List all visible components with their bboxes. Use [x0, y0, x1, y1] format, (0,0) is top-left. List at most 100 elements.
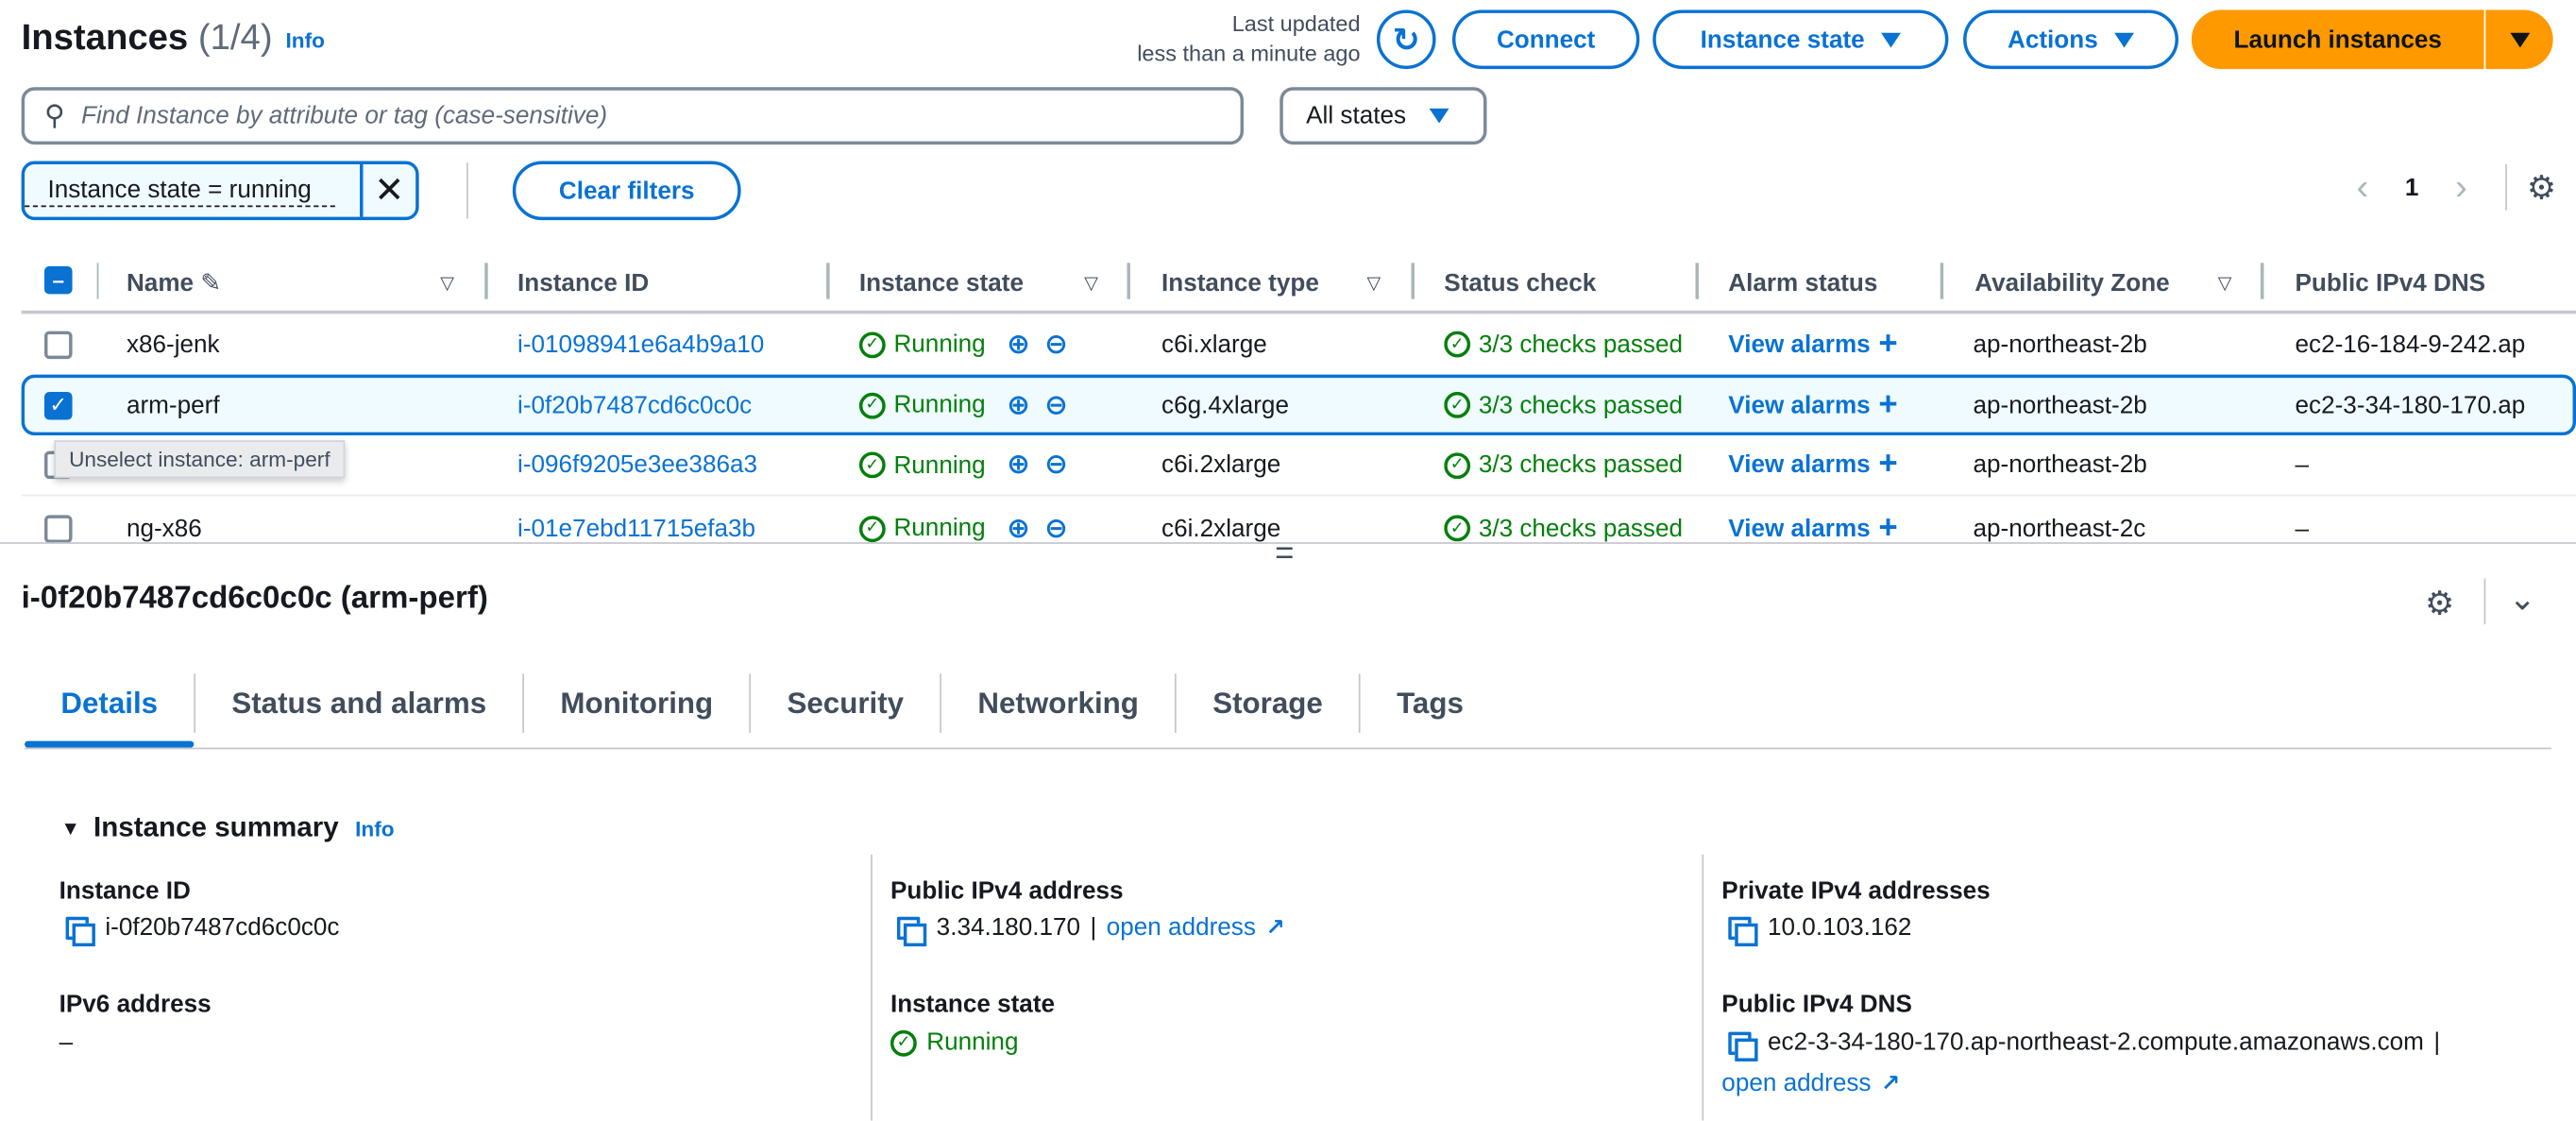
external-link-icon[interactable]: ↗: [1881, 1070, 1900, 1098]
column-separator[interactable]: [826, 263, 830, 299]
select-all-checkbox[interactable]: –: [43, 265, 73, 295]
copy-icon[interactable]: [65, 915, 95, 946]
tab-security[interactable]: Security: [751, 673, 942, 733]
sort-icon[interactable]: ▽: [440, 263, 454, 302]
column-header-name[interactable]: Name ✎: [127, 263, 221, 302]
instance-state: Running: [893, 514, 986, 543]
instance-id-link[interactable]: i-01098941e6a4b9a10: [517, 331, 764, 359]
instance-id-link[interactable]: i-01e7ebd11715efa3b: [517, 515, 755, 543]
tab-tags[interactable]: Tags: [1361, 673, 1500, 733]
remove-filter-icon[interactable]: ✕: [360, 163, 415, 217]
instance-summary-header[interactable]: ▼ Instance summary Info: [60, 811, 394, 844]
view-alarms-link[interactable]: View alarms: [1728, 451, 1870, 480]
column-separator[interactable]: [1411, 263, 1415, 299]
zoom-out-icon[interactable]: ⊖: [1042, 328, 1071, 361]
column-separator[interactable]: [2260, 263, 2264, 299]
table-row[interactable]: ✓ arm-perf i-0f20b7487cd6c0c0c ✓ Running ⊕…: [21, 374, 2576, 436]
public-dns: ec2-3-34-180-170.ap: [2295, 391, 2526, 419]
view-alarms-link[interactable]: View alarms: [1728, 331, 1870, 359]
launch-dropdown-button[interactable]: [2485, 9, 2553, 70]
clear-filters-button[interactable]: Clear filters: [512, 161, 741, 221]
add-alarm-icon[interactable]: +: [1878, 446, 1897, 484]
settings-gear-icon[interactable]: ⚙: [2527, 167, 2556, 208]
view-alarms-link[interactable]: View alarms: [1728, 391, 1870, 419]
actions-button[interactable]: Actions: [1963, 9, 2178, 70]
page-number[interactable]: 1: [2387, 174, 2436, 202]
public-dns: ec2-16-184-9-242.ap: [2295, 330, 2526, 359]
column-header-public-dns[interactable]: Public IPv4 DNS: [2296, 263, 2486, 302]
zoom-in-icon[interactable]: ⊕: [1004, 328, 1033, 361]
next-page-icon[interactable]: ›: [2436, 166, 2485, 209]
divider: [2483, 578, 2486, 625]
resize-handle-icon[interactable]: =: [1275, 537, 1294, 570]
collapse-chevron-icon[interactable]: ⌄: [2509, 578, 2536, 619]
zoom-out-icon[interactable]: ⊖: [1042, 449, 1071, 482]
tab-monitoring[interactable]: Monitoring: [524, 673, 752, 733]
row-checkbox[interactable]: ✓: [43, 391, 73, 419]
prev-page-icon[interactable]: ‹: [2338, 166, 2387, 209]
column-divider: [871, 854, 873, 1121]
zoom-in-icon[interactable]: ⊕: [1004, 512, 1033, 545]
open-address-link[interactable]: open address: [1107, 913, 1256, 942]
column-header-availability-zone[interactable]: Availability Zone: [1974, 263, 2169, 302]
zoom-out-icon[interactable]: ⊖: [1042, 512, 1071, 545]
tab-networking[interactable]: Networking: [941, 673, 1177, 733]
sort-icon[interactable]: ▽: [1084, 263, 1098, 302]
view-alarms-link[interactable]: View alarms: [1728, 515, 1870, 543]
zoom-in-icon[interactable]: ⊕: [1004, 449, 1033, 482]
external-link-icon[interactable]: ↗: [1265, 913, 1284, 942]
copy-icon[interactable]: [1728, 915, 1758, 946]
add-alarm-icon[interactable]: +: [1878, 386, 1897, 424]
filter-chip[interactable]: Instance state = running ✕: [21, 161, 419, 221]
settings-gear-icon[interactable]: ⚙: [2425, 584, 2454, 624]
tab-storage[interactable]: Storage: [1177, 673, 1361, 733]
actions-label: Actions: [2008, 25, 2098, 54]
column-header-status-check[interactable]: Status check: [1444, 263, 1596, 302]
table-row[interactable]: ng-x86 i-01e7ebd11715efa3b ✓ Running ⊕ ⊖ c6…: [22, 498, 2576, 558]
zoom-out-icon[interactable]: ⊖: [1042, 388, 1071, 421]
open-address-link[interactable]: open address: [1721, 1070, 1871, 1098]
zoom-in-icon[interactable]: ⊕: [1004, 388, 1033, 421]
column-separator[interactable]: [1940, 263, 1944, 299]
info-link[interactable]: Info: [355, 816, 394, 841]
state-filter-select[interactable]: All states: [1280, 87, 1487, 145]
sort-icon[interactable]: ▽: [1367, 263, 1381, 302]
row-checkbox[interactable]: [43, 330, 73, 359]
column-separator[interactable]: [484, 263, 488, 299]
column-header-instance-type[interactable]: Instance type: [1161, 263, 1319, 302]
instance-name: ng-x86: [126, 514, 202, 543]
column-header-alarm-status[interactable]: Alarm status: [1728, 263, 1877, 302]
connect-button[interactable]: Connect: [1451, 9, 1640, 70]
tab-details[interactable]: Details: [25, 673, 196, 748]
launch-instances-button[interactable]: Launch instances: [2191, 9, 2484, 70]
instance-state-button[interactable]: Instance state: [1652, 9, 1949, 70]
tabs-divider: [25, 747, 2551, 750]
row-checkbox[interactable]: [43, 514, 73, 543]
column-label: Name: [126, 268, 195, 297]
title-text: Instances: [21, 16, 189, 58]
availability-zone: ap-northeast-2b: [1973, 391, 2147, 419]
table-row[interactable]: x86-jenk i-01098941e6a4b9a10 ✓ Running ⊕ ⊖ …: [22, 314, 2576, 374]
add-alarm-icon[interactable]: +: [1878, 325, 1897, 363]
availability-zone: ap-northeast-2c: [1973, 514, 2146, 543]
ipv6-value: –: [59, 1028, 74, 1057]
sort-icon[interactable]: ▽: [2218, 263, 2232, 302]
column-separator[interactable]: [1127, 263, 1130, 299]
caret-down-icon: ▼: [60, 816, 81, 841]
column-separator[interactable]: [1695, 263, 1699, 299]
instance-type: c6i.2xlarge: [1161, 514, 1281, 543]
refresh-button[interactable]: ↻: [1376, 9, 1436, 70]
copy-icon[interactable]: [896, 915, 927, 946]
last-updated-label: Last updated: [1231, 11, 1361, 37]
search-input[interactable]: ⚲ Find Instance by attribute or tag (case…: [21, 87, 1245, 145]
info-link[interactable]: Info: [286, 27, 325, 52]
instance-type: c6g.4xlarge: [1161, 391, 1289, 419]
instance-id-link[interactable]: i-096f9205e3ee386a3: [517, 451, 757, 480]
column-header-instance-id[interactable]: Instance ID: [517, 263, 649, 302]
tab-status-and-alarms[interactable]: Status and alarms: [195, 673, 525, 733]
instance-state-label: Instance state: [890, 991, 1056, 1019]
column-header-instance-state[interactable]: Instance state: [859, 263, 1024, 302]
table-row[interactable]: i-096f9205e3ee386a3 ✓ Running ⊕ ⊖ c6i.2xlar…: [21, 435, 2576, 497]
instance-id-link[interactable]: i-0f20b7487cd6c0c0c: [517, 391, 752, 419]
copy-icon[interactable]: [1728, 1030, 1758, 1062]
